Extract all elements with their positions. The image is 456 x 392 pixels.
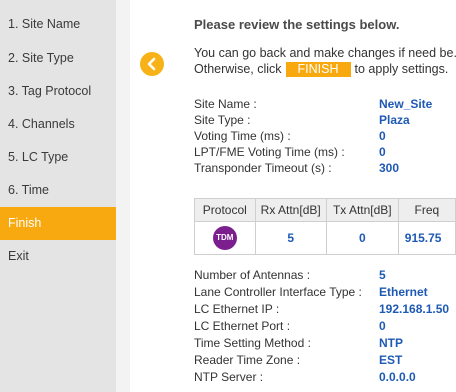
setting-label: Lane Controller Interface Type : <box>194 285 362 299</box>
nav-item-lc-type[interactable]: 5. LC Type <box>0 141 116 174</box>
intro-line-1: You can go back and make changes if need… <box>194 46 456 60</box>
setting-label: Number of Antennas : <box>194 268 311 282</box>
setting-label: LC Ethernet Port : <box>194 319 291 333</box>
nav-item-tag-protocol[interactable]: 3. Tag Protocol <box>0 75 116 108</box>
setting-value: Ethernet <box>379 285 428 299</box>
nav-item-site-type[interactable]: 2. Site Type <box>0 42 116 75</box>
table-header-row: Protocol Rx Attn[dB] Tx Attn[dB] Freq <box>194 198 456 222</box>
setting-value: 5 <box>379 268 386 282</box>
setting-value: 300 <box>379 161 400 175</box>
setting-site-name: Site Name : New_Site <box>194 97 432 111</box>
setting-voting-time: Voting Time (ms) : 0 <box>194 129 386 143</box>
nav-item-finish[interactable]: Finish <box>0 207 116 240</box>
setting-reader-time-zone: Reader Time Zone : EST <box>194 353 402 367</box>
setting-label: Transponder Timeout (s) : <box>194 161 332 175</box>
setting-value: EST <box>379 353 403 367</box>
setting-lc-ethernet-ip: LC Ethernet IP : 192.168.1.50 <box>194 302 449 316</box>
chevron-left-icon <box>147 57 156 71</box>
setting-value: New_Site <box>379 97 433 111</box>
setting-label: Time Setting Method : <box>194 336 311 350</box>
setting-label: Voting Time (ms) : <box>194 129 291 143</box>
setting-value: 192.168.1.50 <box>379 302 450 316</box>
cell-rx-attn: 5 <box>254 221 327 255</box>
table-row: TDM 5 0 915.75 <box>194 221 456 255</box>
setting-label: NTP Server : <box>194 370 264 384</box>
setting-transponder-timeout: Transponder Timeout (s) : 300 <box>194 161 399 175</box>
page-title: Please review the settings below. <box>194 17 400 32</box>
cell-tx-attn: 0 <box>325 221 399 255</box>
protocol-table: Protocol Rx Attn[dB] Tx Attn[dB] Freq TD… <box>194 198 456 255</box>
setting-value: NTP <box>379 336 403 350</box>
setting-value: 0.0.0.0 <box>379 370 416 384</box>
setting-value: Plaza <box>379 113 410 127</box>
setting-value: 0 <box>379 319 386 333</box>
setting-label: LPT/FME Voting Time (ms) : <box>194 145 345 159</box>
setting-label: Reader Time Zone : <box>194 353 301 367</box>
finish-highlight: FINISH <box>285 62 351 77</box>
setting-lc-ethernet-port: LC Ethernet Port : 0 <box>194 319 386 333</box>
nav-item-time[interactable]: 6. Time <box>0 174 116 207</box>
intro-line-2-pre: Otherwise, click <box>194 62 282 76</box>
setting-ntp-server: NTP Server : 0.0.0.0 <box>194 370 416 384</box>
setting-label: Site Type : <box>194 113 251 127</box>
sidebar-divider <box>116 0 130 392</box>
nav-item-site-name[interactable]: 1. Site Name <box>0 8 116 41</box>
nav-item-exit[interactable]: Exit <box>0 240 116 273</box>
column-header-freq: Freq <box>397 198 456 222</box>
setting-value: 0 <box>379 145 386 159</box>
setting-number-of-antennas: Number of Antennas : 5 <box>194 268 386 282</box>
setting-lc-interface-type: Lane Controller Interface Type : Etherne… <box>194 285 428 299</box>
intro-text: You can go back and make changes if need… <box>194 45 456 77</box>
setting-lpt-fme-voting-time: LPT/FME Voting Time (ms) : 0 <box>194 145 386 159</box>
column-header-protocol: Protocol <box>194 198 256 222</box>
back-button[interactable] <box>140 52 164 76</box>
cell-protocol: TDM <box>194 221 256 255</box>
sidebar: 1. Site Name 2. Site Type 3. Tag Protoco… <box>0 0 116 392</box>
column-header-rx-attn: Rx Attn[dB] <box>254 198 327 222</box>
setting-time-setting-method: Time Setting Method : NTP <box>194 336 403 350</box>
nav-item-channels[interactable]: 4. Channels <box>0 108 116 141</box>
setting-label: Site Name : <box>194 97 257 111</box>
intro-line-2: Otherwise, click FINISH to apply settings. <box>194 61 456 77</box>
setting-site-type: Site Type : Plaza <box>194 113 410 127</box>
intro-line-2-post: to apply settings. <box>354 62 449 76</box>
setting-value: 0 <box>379 129 386 143</box>
tdm-badge: TDM <box>212 226 237 250</box>
cell-freq: 915.75 <box>397 221 456 255</box>
column-header-tx-attn: Tx Attn[dB] <box>325 198 399 222</box>
setting-label: LC Ethernet IP : <box>194 302 280 316</box>
